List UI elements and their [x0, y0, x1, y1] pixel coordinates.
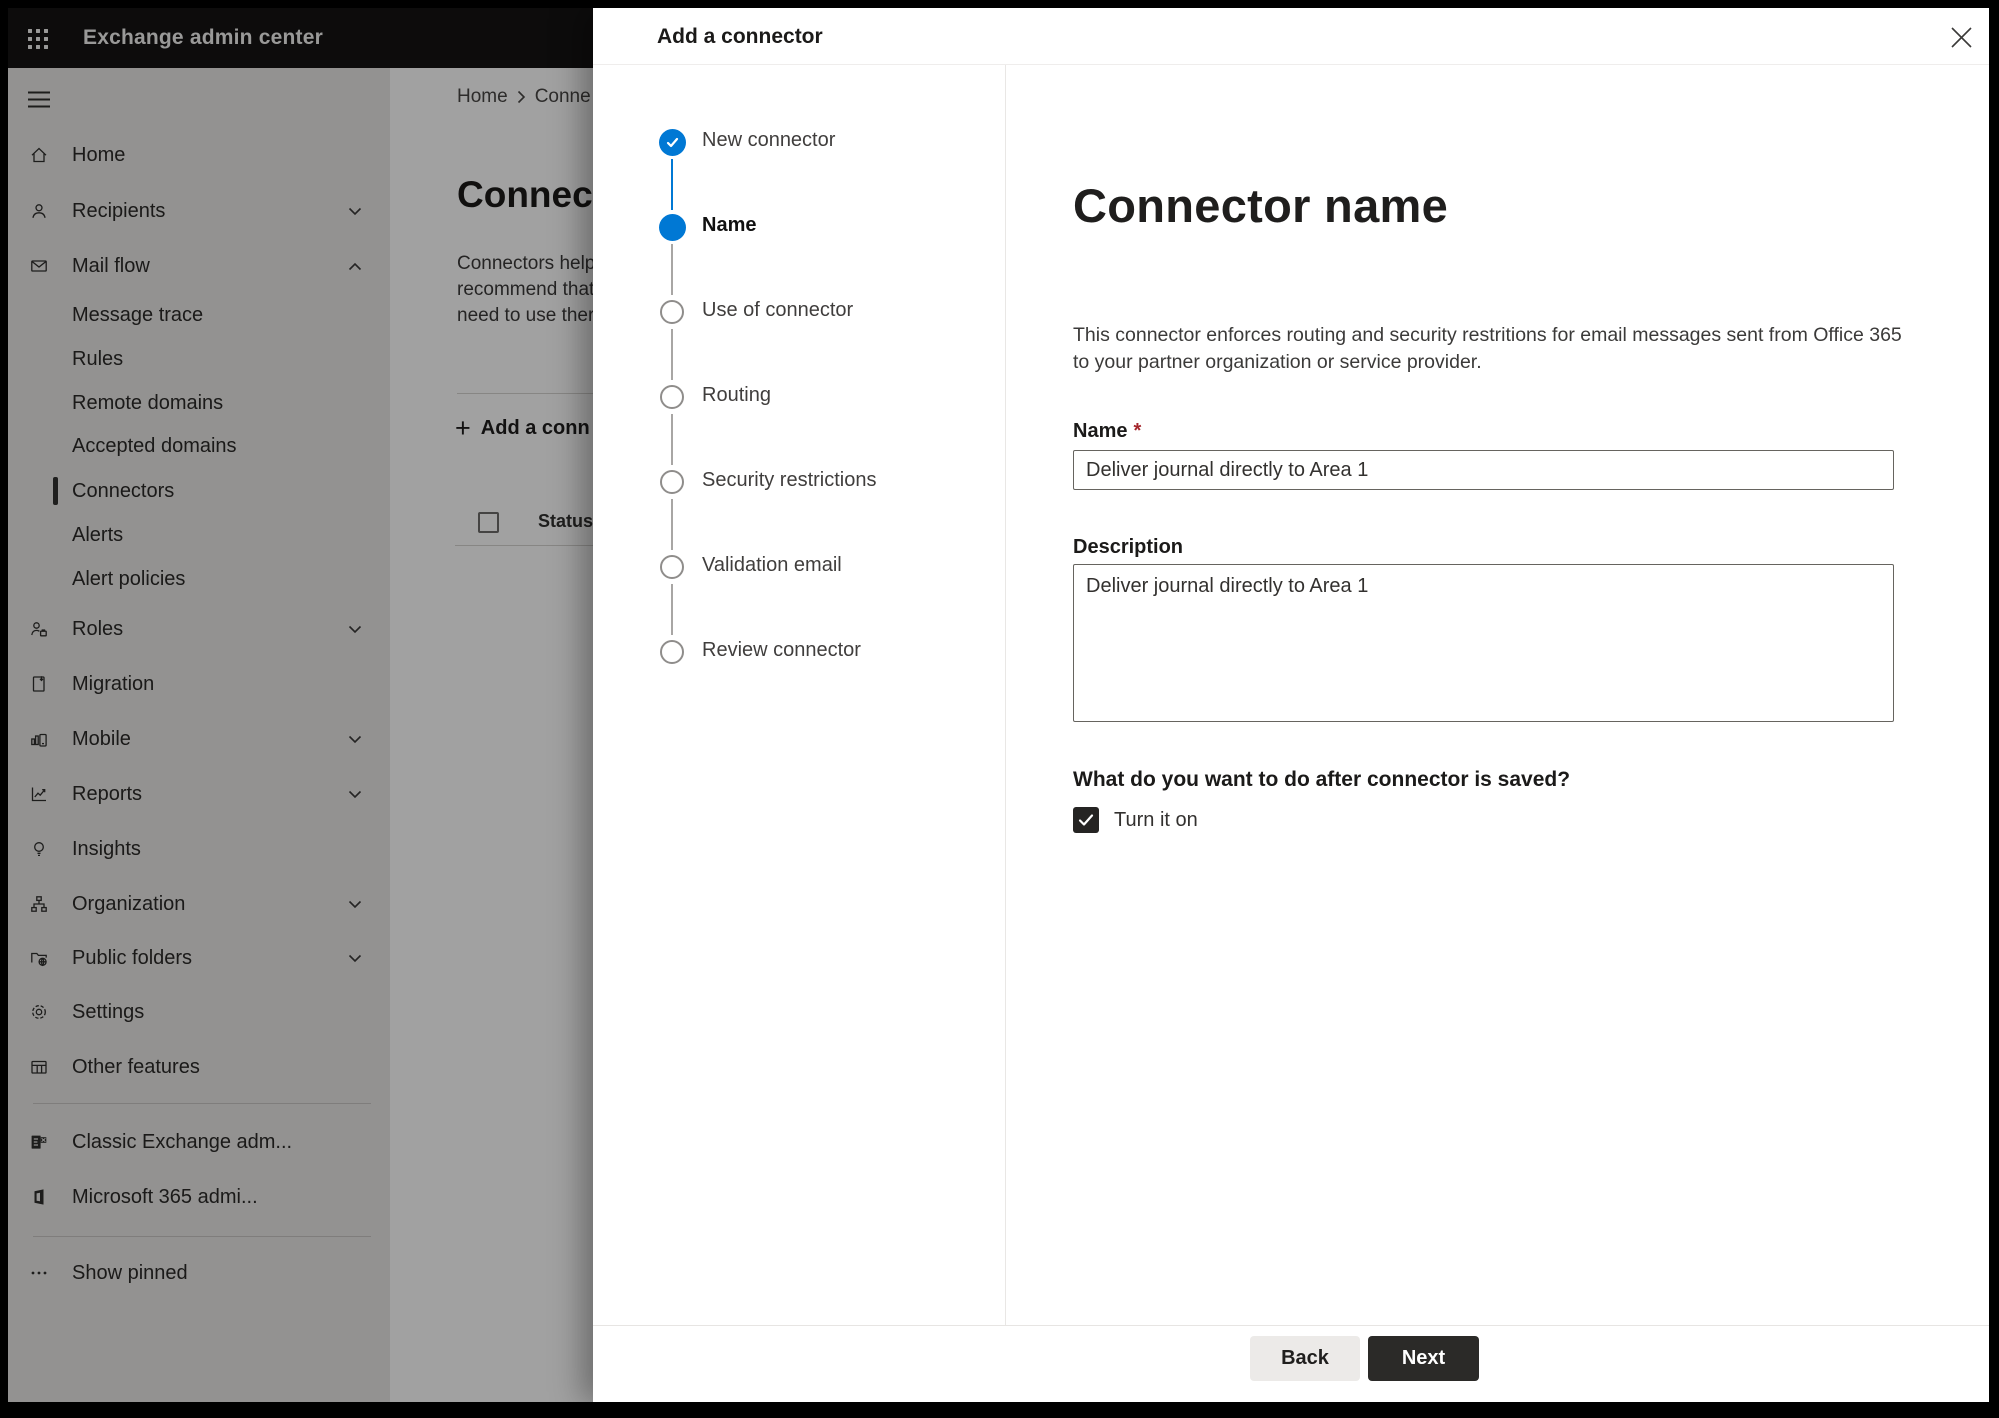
dialog-footer: Back Next	[593, 1325, 1989, 1402]
step-connector-line	[670, 414, 673, 465]
step-label-routing[interactable]: Routing	[702, 384, 771, 407]
step-connector-line	[670, 159, 673, 210]
turn-it-on-checkbox[interactable]	[1073, 807, 1099, 833]
check-icon	[666, 137, 678, 147]
wizard-steps: New connector Name Use of connector Routing…	[593, 65, 1006, 1325]
dialog-header: Add a connector	[593, 8, 1989, 65]
step-connector-line	[670, 329, 673, 380]
name-input[interactable]	[1073, 450, 1894, 490]
checkmark-icon	[1078, 814, 1094, 826]
add-connector-dialog: Add a connector New connector Name Use of …	[593, 8, 1989, 1402]
next-button[interactable]: Next	[1368, 1336, 1479, 1381]
step-circle-validation-email-upcoming[interactable]	[660, 555, 684, 579]
step-circle-name-current[interactable]	[658, 213, 686, 241]
required-asterisk: *	[1133, 420, 1142, 442]
step-connector-line	[670, 499, 673, 550]
step-label-new-connector[interactable]: New connector	[702, 129, 835, 152]
step-circle-security-restrictions-upcoming[interactable]	[660, 470, 684, 494]
step-connector-line	[670, 244, 673, 295]
step-circle-review-connector-upcoming[interactable]	[660, 640, 684, 664]
step-page-description: This connector enforces routing and secu…	[1073, 324, 1902, 373]
dialog-title: Add a connector	[657, 25, 823, 48]
description-field-label: Description	[1073, 536, 1184, 558]
step-circle-routing-upcoming[interactable]	[660, 385, 684, 409]
step-label-validation-email[interactable]: Validation email	[702, 554, 842, 577]
step-label-use-of-connector[interactable]: Use of connector	[702, 299, 853, 322]
description-textarea[interactable]: Deliver journal directly to Area 1	[1073, 564, 1894, 722]
step-label-name[interactable]: Name	[702, 214, 756, 237]
step-circle-use-of-connector-upcoming[interactable]	[660, 300, 684, 324]
turn-it-on-row: Turn it on	[1073, 807, 1198, 833]
step-page-title: Connector name	[1073, 179, 1449, 232]
step-label-review-connector[interactable]: Review connector	[702, 639, 861, 662]
back-button[interactable]: Back	[1250, 1336, 1360, 1381]
step-label-security-restrictions[interactable]: Security restrictions	[702, 469, 877, 492]
screenshot-frame: Exchange admin center Home Recipients Mail…	[0, 0, 1999, 1418]
close-icon[interactable]	[1947, 23, 1975, 51]
turn-it-on-label: Turn it on	[1114, 808, 1198, 831]
step-circle-new-connector-completed[interactable]	[658, 128, 686, 156]
name-field-label: Name *	[1073, 420, 1142, 442]
after-save-question: What do you want to do after connector i…	[1073, 768, 1571, 791]
step-connector-line	[670, 584, 673, 635]
app-window: Exchange admin center Home Recipients Mail…	[8, 8, 1989, 1402]
